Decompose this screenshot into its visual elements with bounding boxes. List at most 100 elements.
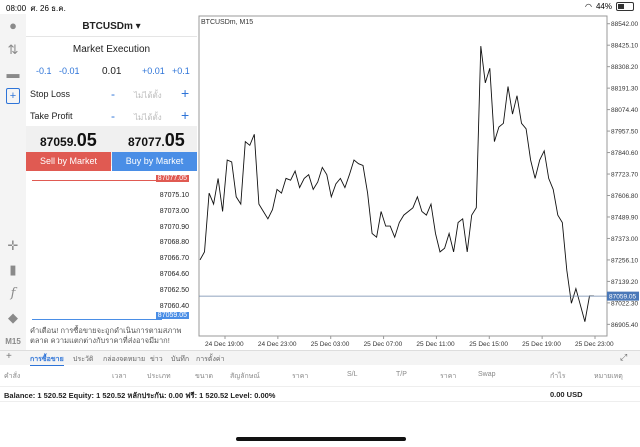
x-tick-label: 25 Dec 11:00	[416, 341, 455, 348]
col-order: คำสั่ง	[4, 373, 21, 380]
new-order-icon[interactable]: +	[6, 88, 20, 104]
take-profit-plus-button[interactable]: +	[181, 107, 189, 123]
battery-percent: 44%	[595, 2, 612, 11]
ask-price-big: 05	[164, 130, 185, 150]
y-tick-label: 88425.10	[611, 43, 638, 50]
col-symbol: สัญลักษณ์	[230, 373, 260, 380]
expand-icon[interactable]: ⤢	[620, 352, 627, 363]
balance-profit: 0.00 USD	[550, 390, 583, 399]
bid-price-big: 05	[76, 130, 97, 150]
add-icon[interactable]: +	[6, 351, 12, 362]
tab-history[interactable]: ประวัติ	[73, 354, 93, 365]
trade-columns: คำสั่ง เวลา ประเภท ขนาด สัญลักษณ์ ราคา S…	[0, 371, 640, 383]
battery-icon	[616, 2, 634, 11]
stop-loss-input[interactable]: ไม่ได้ตั้ง	[134, 89, 162, 102]
y-tick-label: 87139.20	[611, 279, 638, 286]
objects-icon[interactable]: ◆	[5, 310, 21, 326]
x-tick-label: 25 Dec 19:00	[522, 341, 561, 348]
depth-level-label: 87070.90	[159, 223, 189, 231]
wifi-icon: ◠	[585, 2, 592, 11]
lot-plus-0.1-button[interactable]: +0.1	[172, 66, 190, 76]
order-panel: BTCUSDm ▾ Market Execution -0.1 -0.01 0.…	[26, 14, 198, 350]
col-price: ราคา	[292, 373, 309, 380]
tab-settings[interactable]: การตั้งค่า	[196, 354, 225, 365]
quotes-icon[interactable]: ⇅	[5, 42, 21, 58]
col-sl: S/L	[347, 371, 358, 378]
crosshair-icon[interactable]: ✛	[5, 238, 21, 254]
symbol-selector[interactable]: BTCUSDm ▾	[26, 18, 197, 37]
ask-level-label: 87077.05	[155, 175, 189, 182]
col-tp: T/P	[396, 371, 407, 378]
tab-journal[interactable]: บันทึก	[171, 354, 189, 365]
home-indicator	[236, 437, 406, 441]
status-time: 08:00	[6, 4, 27, 13]
bid-level-label: 87059.05	[155, 312, 189, 319]
bid-level-line	[32, 319, 162, 320]
function-icon[interactable]: f	[5, 286, 21, 302]
tab-trade[interactable]: การซื้อขาย	[30, 354, 64, 366]
status-bar: 08:00 ศ. 26 ธ.ค. ◠ 44%	[0, 0, 640, 14]
lot-plus-0.01-button[interactable]: +0.01	[142, 66, 165, 76]
bid-price: 87059.05	[40, 130, 97, 151]
stop-loss-minus-button[interactable]: -	[111, 87, 115, 101]
y-tick-label: 87022.30	[611, 300, 638, 307]
y-tick-label: 87957.50	[611, 129, 638, 136]
indicators-icon[interactable]: ▮	[5, 262, 21, 278]
depth-level-label: 87068.80	[159, 239, 189, 247]
price-line	[199, 46, 595, 322]
y-tick-label: 87489.90	[611, 214, 638, 221]
y-tick-label: 88308.20	[611, 64, 638, 71]
bid-price-main: 87059.	[40, 135, 77, 149]
bottom-tabs: + การซื้อขาย ประวัติ กล่องจดหมาย ข่าว บั…	[0, 350, 640, 366]
depth-level-label: 87064.60	[159, 271, 189, 278]
x-tick-label: 24 Dec 19:00	[205, 341, 244, 348]
y-tick-label: 87606.80	[611, 193, 638, 200]
status-right: ◠ 44%	[585, 2, 634, 11]
y-tick-label: 87373.00	[611, 236, 638, 243]
balance-text: Balance: 1 520.52 Equity: 1 520.52 หลักป…	[4, 391, 276, 400]
depth-level-label: 87075.10	[159, 192, 189, 199]
lot-minus-0.1-button[interactable]: -0.1	[36, 66, 52, 76]
col-comment: หมายเหตุ	[594, 373, 623, 380]
ask-level-line	[32, 180, 162, 181]
y-tick-label: 88074.40	[611, 107, 638, 114]
account-icon[interactable]: ●	[5, 18, 21, 34]
y-tick-label: 87723.70	[611, 172, 638, 179]
price-chart[interactable]: BTCUSDm, M15 88542.00 88425.10 88308.20 8819…	[197, 14, 640, 350]
chart-title: BTCUSDm, M15	[201, 19, 253, 26]
depth-level-label: 87060.40	[159, 302, 189, 310]
col-time: เวลา	[112, 373, 127, 380]
col-swap: Swap	[478, 371, 496, 378]
ask-price-main: 87077.	[128, 135, 165, 149]
col-size: ขนาด	[195, 373, 214, 380]
take-profit-minus-button[interactable]: -	[111, 109, 115, 123]
timeframe-icon[interactable]: M15	[5, 334, 21, 350]
plot-frame	[198, 15, 608, 337]
ask-price: 87077.05	[128, 130, 185, 151]
x-tick-label: 24 Dec 23:00	[258, 341, 297, 348]
chart-svg: BTCUSDm, M15 88542.00 88425.10 88308.20 8819…	[198, 15, 639, 348]
x-tick-label: 25 Dec 23:00	[575, 341, 614, 348]
lot-value[interactable]: 0.01	[102, 66, 121, 77]
stop-loss-plus-button[interactable]: +	[181, 85, 189, 101]
tab-news[interactable]: ข่าว	[150, 354, 163, 365]
buy-by-market-button[interactable]: Buy by Market	[112, 152, 197, 171]
sell-by-market-button[interactable]: Sell by Market	[26, 152, 111, 171]
col-profit: กำไร	[550, 373, 566, 380]
y-tick-label: 88191.30	[611, 86, 638, 93]
depth-level-label: 87073.00	[159, 207, 189, 215]
take-profit-label: Take Profit	[30, 111, 73, 121]
y-tick-label: 87256.10	[611, 257, 638, 264]
balance-bar: Balance: 1 520.52 Equity: 1 520.52 หลักป…	[0, 386, 640, 402]
x-tick-label: 25 Dec 15:00	[469, 341, 508, 348]
lot-minus-0.01-button[interactable]: -0.01	[59, 66, 80, 76]
x-tick-label: 25 Dec 03:00	[311, 341, 350, 348]
chat-icon[interactable]: ▬	[5, 66, 21, 82]
tab-mailbox[interactable]: กล่องจดหมาย	[103, 354, 145, 365]
depth-level-label: 87066.70	[159, 255, 189, 263]
take-profit-input[interactable]: ไม่ได้ตั้ง	[134, 111, 162, 124]
execution-type[interactable]: Market Execution	[26, 44, 197, 55]
col-type: ประเภท	[147, 373, 171, 380]
left-toolbar: ● ⇅ ▬ + ✛ ▮ f ◆ M15	[0, 14, 27, 350]
y-tick-label: 86905.40	[611, 322, 638, 329]
